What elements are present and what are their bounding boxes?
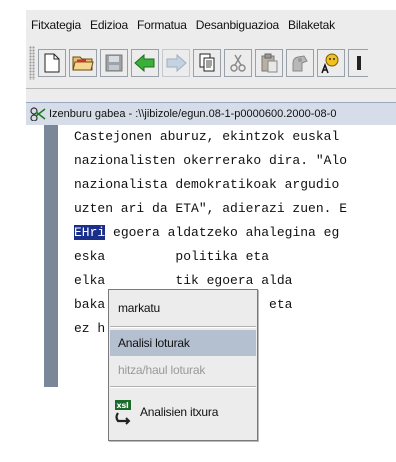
paste-button[interactable]: [255, 49, 283, 77]
spell-check-button[interactable]: [317, 49, 345, 77]
menu-bilaketak[interactable]: Bilaketak: [284, 18, 340, 32]
text-line: EHri egoera aldatzeko ahalegina eg: [74, 225, 339, 241]
paste-icon: [261, 53, 278, 73]
context-menu: markatu Analisi loturak hitza/haul lotur…: [108, 289, 258, 441]
back-arrow-icon: [134, 53, 155, 73]
toolbar-overflow-icon: [356, 56, 361, 70]
save-button[interactable]: [100, 49, 128, 77]
back-button[interactable]: [131, 49, 159, 77]
text-line: nazionalisten okerrerako dira. "Alo: [74, 153, 348, 168]
text-line: Castejonen aburuz, ekintzok euskal: [74, 129, 340, 144]
xsl-icon: xsl: [115, 400, 131, 425]
menu-separator-highlight: [110, 387, 256, 388]
menu-desanbiguazioa[interactable]: Desanbiguazioa: [192, 18, 284, 32]
document-title: Izenburu gabea - :\\jibizole/egun.08-1-p…: [49, 108, 337, 120]
scissors-document-icon: [30, 107, 46, 121]
spell-check-icon: [321, 53, 339, 74]
menu-item-analisi-loturak[interactable]: Analisi loturak: [110, 330, 256, 356]
menu-fitxategia[interactable]: Fitxategia: [26, 18, 86, 32]
text-line: uzten ari da ETA", adierazi zuen. E: [74, 201, 348, 216]
cut-button[interactable]: [224, 49, 252, 77]
menu-item-label: Analisien itxura: [140, 405, 219, 419]
toolbar-overflow-button[interactable]: [348, 49, 368, 77]
toolbar-separator: [26, 88, 396, 89]
analysis-button[interactable]: [286, 49, 314, 77]
new-document-icon: [44, 53, 60, 73]
menu-bar: Fitxategia Edizioa Formatua Desanbiguazi…: [26, 10, 396, 40]
menu-formatua[interactable]: Formatua: [133, 18, 192, 32]
open-folder-button[interactable]: [69, 49, 97, 77]
copy-icon: [199, 53, 215, 72]
menu-edizioa[interactable]: Edizioa: [86, 18, 133, 32]
toolbar-grip-handle[interactable]: [29, 46, 35, 80]
menu-item-analisien-itxura[interactable]: xsl Analisien itxura: [110, 396, 256, 428]
text-line: elka tik egoera alda: [74, 273, 293, 288]
text-line-rest: egoera aldatzeko ahalegina eg: [105, 225, 340, 240]
forward-arrow-icon: [166, 53, 187, 73]
selected-word[interactable]: EHri: [74, 225, 106, 240]
cut-icon: [230, 54, 246, 72]
open-folder-icon: [72, 56, 94, 71]
menu-item-markatu[interactable]: markatu: [110, 295, 256, 321]
analysis-icon: [292, 55, 308, 72]
copy-button[interactable]: [193, 49, 221, 77]
save-icon: [105, 54, 123, 72]
menu-item-hitza-haul-loturak[interactable]: hitza/haul loturak: [110, 357, 256, 383]
menu-separator-highlight: [110, 327, 256, 328]
document-gutter: [44, 125, 58, 387]
toolbar: [26, 40, 396, 86]
new-document-button[interactable]: [38, 49, 66, 77]
forward-button[interactable]: [162, 49, 190, 77]
text-line: nazionalista demokratikoak argudio: [74, 177, 340, 192]
xsl-icon-label: xsl: [117, 401, 130, 410]
text-line: eska politika eta: [74, 249, 270, 264]
document-title-bar[interactable]: Izenburu gabea - :\\jibizole/egun.08-1-p…: [26, 103, 396, 125]
